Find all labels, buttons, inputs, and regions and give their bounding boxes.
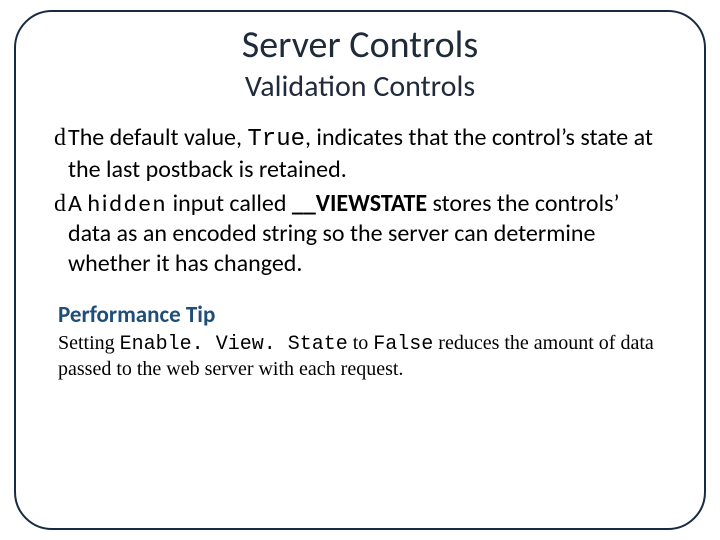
text-run: Setting	[58, 332, 120, 354]
slide-title: Server Controls	[26, 22, 694, 68]
bullet-text: A hidden input called __VIEWSTATE stores…	[68, 189, 666, 279]
code-run: False	[373, 333, 433, 356]
tip-header: Performance Tip	[58, 301, 666, 329]
text-run: input called	[167, 189, 292, 218]
slide-body: d The default value, True, indicates tha…	[26, 123, 694, 382]
code-run: True	[247, 126, 305, 153]
bold-run: __VIEWSTATE	[292, 189, 427, 218]
spaced-run: hidden	[87, 189, 167, 218]
bullet-item: d The default value, True, indicates tha…	[54, 123, 666, 185]
text-run: The default value,	[68, 123, 247, 152]
tip-body: Setting Enable. View. State to False red…	[54, 331, 666, 382]
slide: Server Controls Validation Controls d Th…	[0, 0, 720, 540]
slide-subtitle: Validation Controls	[26, 68, 694, 105]
bullet-marker-icon: d	[54, 123, 66, 153]
bullet-marker-icon: d	[54, 189, 66, 219]
bullet-text: The default value, True, indicates that …	[68, 123, 666, 185]
code-run: Enable. View. State	[120, 333, 348, 356]
text-run: to	[348, 332, 374, 354]
bullet-item: d A hidden input called __VIEWSTATE stor…	[54, 189, 666, 279]
text-run: A	[68, 189, 87, 218]
